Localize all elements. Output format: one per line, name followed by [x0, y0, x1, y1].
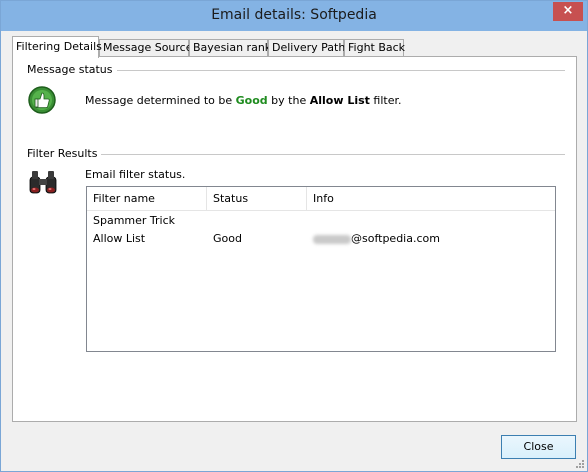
status-prefix: Message determined to be: [85, 94, 236, 107]
filter-status-caption: Email filter status.: [85, 168, 186, 181]
cell-status: Good: [213, 232, 242, 245]
thumbs-up-icon: [27, 85, 57, 118]
tab-bayesian-rank[interactable]: Bayesian rank: [189, 39, 271, 57]
status-middle: by the: [267, 94, 310, 107]
close-button[interactable]: Close: [501, 435, 576, 459]
cell-info: @softpedia.com: [307, 230, 440, 248]
column-header-filter-name[interactable]: Filter name: [87, 187, 207, 211]
status-suffix: filter.: [369, 94, 402, 107]
filtering-details-panel: Message status Message determined to be …: [12, 56, 577, 422]
status-filter-name: Allow List: [309, 94, 370, 107]
cell-filter-name: Allow List: [93, 232, 146, 245]
binoculars-icon: [27, 167, 59, 200]
tab-fight-back[interactable]: Fight Back: [344, 39, 405, 57]
filter-results-list[interactable]: Filter name Status Info Spammer Trick Al…: [86, 186, 556, 352]
window-title: Email details: Softpedia: [211, 7, 377, 23]
cell-filter-name: Spammer Trick: [93, 214, 176, 227]
filter-results-heading: Filter Results: [27, 147, 102, 160]
tab-filtering-details[interactable]: Filtering Details: [12, 36, 102, 58]
message-status-heading: Message status: [27, 63, 117, 76]
column-header-info[interactable]: Info: [307, 187, 555, 211]
message-status-text: Message determined to be Good by the All…: [85, 94, 402, 107]
email-domain: @softpedia.com: [351, 232, 440, 245]
redacted-username: [313, 234, 351, 244]
tab-message-source[interactable]: Message Source: [99, 39, 193, 57]
list-header: Filter name Status Info: [87, 187, 555, 211]
status-verdict: Good: [235, 94, 268, 107]
tab-delivery-path[interactable]: Delivery Path: [268, 39, 345, 57]
column-header-status[interactable]: Status: [207, 187, 307, 211]
window-close-button[interactable]: ×: [553, 2, 583, 21]
table-row[interactable]: Spammer Trick: [87, 212, 555, 230]
title-bar[interactable]: Email details: Softpedia ×: [1, 1, 587, 31]
email-details-window: Email details: Softpedia × Filtering Det…: [0, 0, 588, 472]
table-row[interactable]: Allow List Good @softpedia.com: [87, 230, 555, 248]
section-divider: [27, 154, 565, 155]
resize-grip-icon[interactable]: [574, 458, 584, 468]
